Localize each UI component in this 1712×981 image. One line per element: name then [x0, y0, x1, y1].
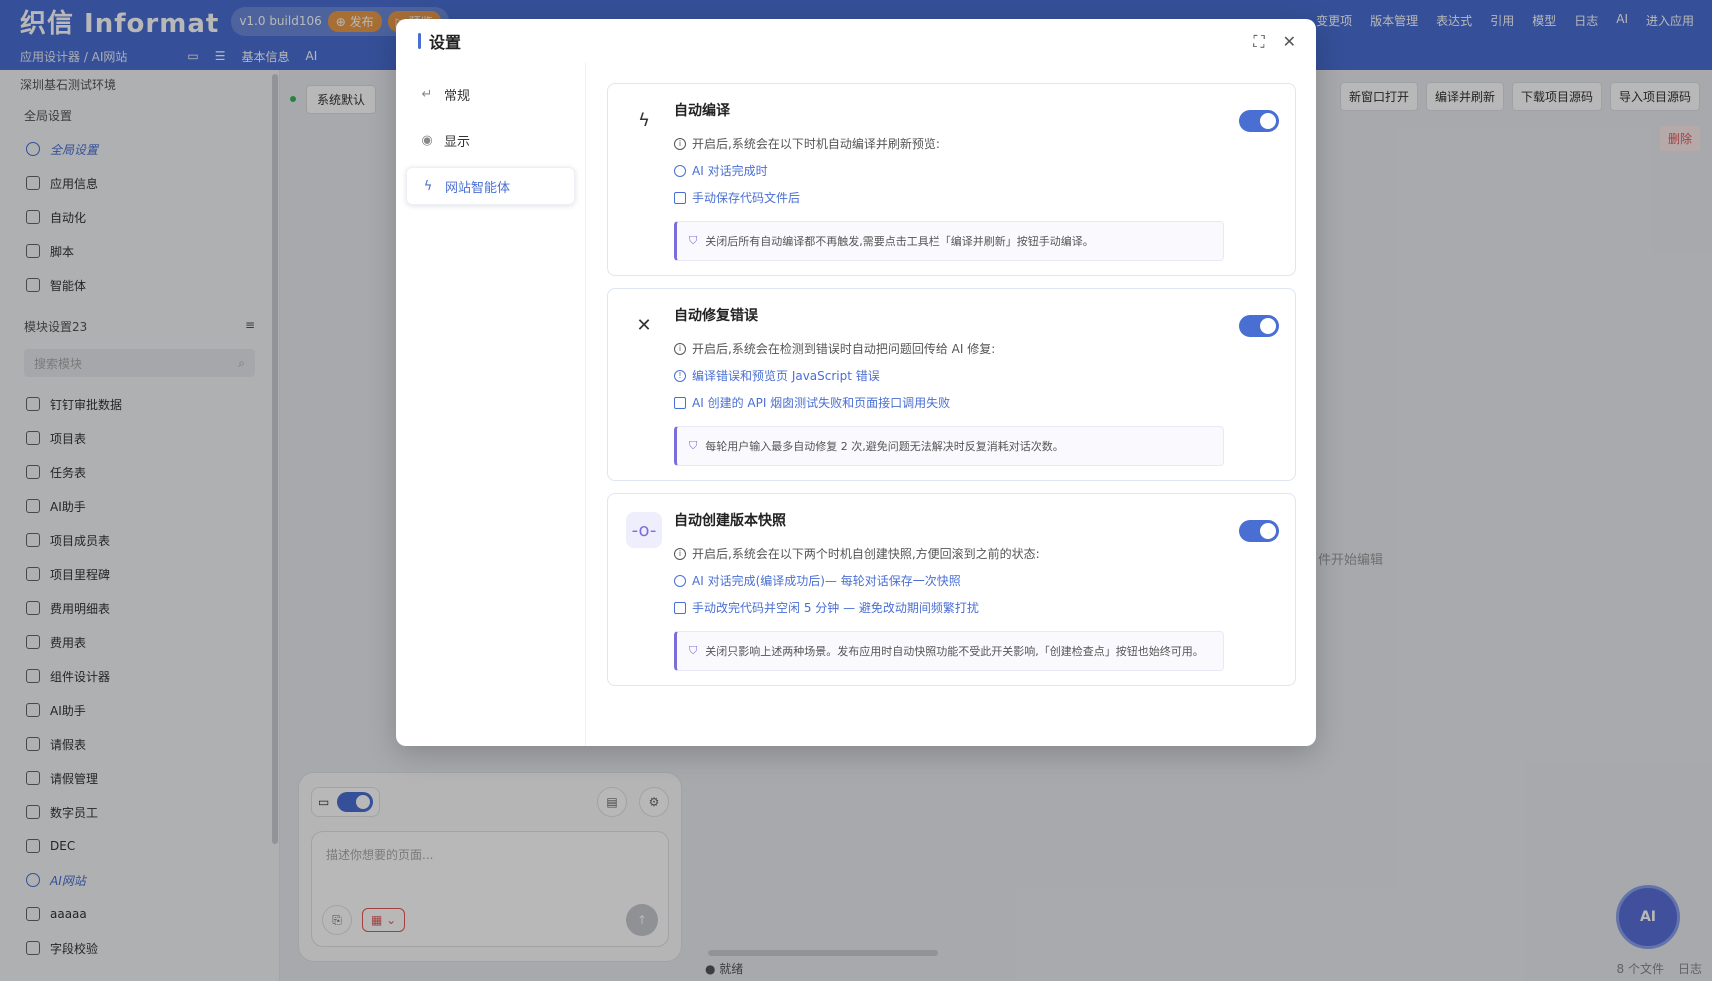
card-link: AI 对话完成(编译成功后)— 每轮对话保存一次快照 [674, 567, 1279, 594]
modal-title: 设置 [429, 33, 462, 52]
eye-icon: ◉ [421, 132, 433, 148]
info-icon: i [674, 342, 686, 355]
close-icon[interactable]: ✕ [1283, 32, 1296, 52]
card-auto-snapshot: -o- 自动创建版本快照 i 开启后,系统会在以下两个时机自创建快照,方便回滚到之… [607, 493, 1296, 686]
modal-nav: ↵ 常规 ◉ 显示 ϟ 网站智能体 [396, 63, 586, 746]
card-title: 自动创建版本快照 [674, 513, 786, 529]
api-icon [674, 396, 686, 409]
card-desc: i 开启后,系统会在检测到错误时自动把问题回传给 AI 修复: [674, 335, 1279, 362]
info-icon: i [674, 137, 686, 150]
return-icon: ↵ [421, 86, 433, 102]
card-desc: i 开启后,系统会在以下两个时机自创建快照,方便回滚到之前的状态: [674, 540, 1279, 567]
card-auto-compile: ϟ 自动编译 i 开启后,系统会在以下时机自动编译并刷新预览: AI 对话完成时 … [607, 83, 1296, 276]
nav-general[interactable]: ↵ 常规 [406, 75, 575, 113]
card-note: ⛉ 关闭只影响上述两种场景。发布应用时自动快照功能不受此开关影响,「创建检查点」按… [674, 631, 1224, 671]
chat-icon [674, 164, 686, 177]
auto-compile-toggle[interactable] [1239, 110, 1279, 132]
shield-icon: ⛉ [689, 439, 698, 452]
card-link: 手动保存代码文件后 [674, 184, 1279, 211]
maximize-icon[interactable]: ⛶ [1253, 32, 1264, 52]
card-desc: i 开启后,系统会在以下时机自动编译并刷新预览: [674, 130, 1279, 157]
title-accent [418, 33, 421, 49]
modal-header: 设置 ⛶ ✕ [396, 19, 1316, 63]
card-title: 自动修复错误 [674, 308, 758, 324]
modal-content: ϟ 自动编译 i 开启后,系统会在以下时机自动编译并刷新预览: AI 对话完成时 … [607, 83, 1296, 698]
chat-icon [674, 574, 686, 587]
bolt-icon: ϟ [638, 109, 650, 131]
nav-display[interactable]: ◉ 显示 [406, 121, 575, 159]
nav-site-agent[interactable]: ϟ 网站智能体 [406, 167, 575, 205]
shield-icon: ⛉ [689, 234, 698, 247]
bolt-icon: ϟ [423, 178, 433, 194]
card-auto-fix: ✕ 自动修复错误 i 开启后,系统会在检测到错误时自动把问题回传给 AI 修复: … [607, 288, 1296, 481]
auto-snapshot-toggle[interactable] [1239, 520, 1279, 542]
keyboard-icon [674, 601, 686, 614]
card-title: 自动编译 [674, 103, 730, 119]
card-link: AI 对话完成时 [674, 157, 1279, 184]
card-link: ! 编译错误和预览页 JavaScript 错误 [674, 362, 1279, 389]
card-note: ⛉ 关闭后所有自动编译都不再触发,需要点击工具栏「编译并刷新」按钮手动编译。 [674, 221, 1224, 261]
card-link: 手动改完代码并空闲 5 分钟 — 避免改动期间频繁打扰 [674, 594, 1279, 621]
save-icon [674, 191, 686, 204]
settings-modal: 设置 ⛶ ✕ ↵ 常规 ◉ 显示 ϟ 网站智能体 ϟ 自动编译 i 开启后,系统会在以下… [396, 19, 1316, 746]
shield-icon: ⛉ [689, 644, 698, 657]
info-icon: i [674, 547, 686, 560]
commit-icon: -o- [626, 512, 662, 548]
card-note: ⛉ 每轮用户输入最多自动修复 2 次,避免问题无法解决时反复消耗对话次数。 [674, 426, 1224, 466]
tools-icon: ✕ [636, 314, 652, 336]
card-link: AI 创建的 API 烟囱测试失败和页面接口调用失败 [674, 389, 1279, 416]
alert-icon: ! [674, 369, 686, 382]
auto-fix-toggle[interactable] [1239, 315, 1279, 337]
